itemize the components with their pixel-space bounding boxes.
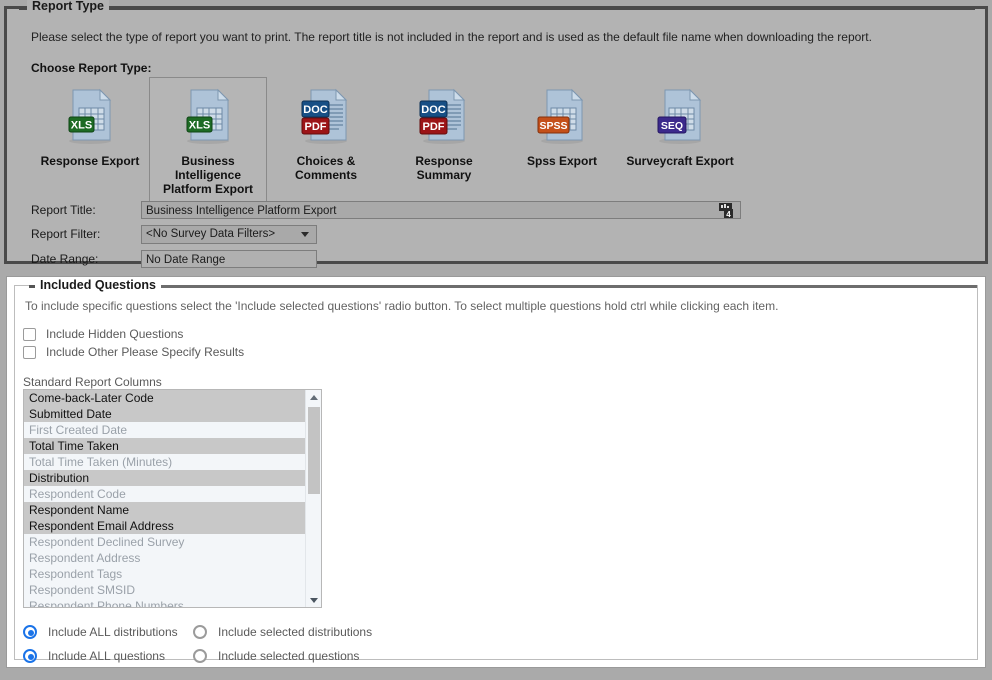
scrollbar-thumb[interactable]: [308, 407, 320, 494]
report-type-panel: Report Type Please select the type of re…: [4, 6, 988, 264]
report-type-tile-label: Choices & Comments: [295, 154, 357, 182]
seq-file-icon: SEQ: [651, 84, 709, 146]
listbox-items: Come-back-Later Code Submitted Date Firs…: [24, 390, 305, 607]
list-item[interactable]: Respondent Email Address: [24, 518, 305, 534]
include-hidden-questions-checkbox[interactable]: [23, 328, 36, 341]
report-filter-value: <No Survey Data Filters>: [146, 228, 275, 240]
report-type-tile-spss-export[interactable]: SPSS Spss Export: [503, 77, 621, 177]
report-type-tile-label: Response Export: [41, 154, 140, 168]
svg-text:PDF: PDF: [423, 121, 445, 133]
date-range-row: Date Range: No Date Range: [31, 250, 317, 268]
list-item[interactable]: Respondent Declined Survey: [24, 534, 305, 550]
choose-report-type-label: Choose Report Type:: [31, 61, 151, 75]
report-title-input[interactable]: Business Intelligence Platform Export 4: [141, 201, 741, 219]
include-other-please-specify-checkbox[interactable]: [23, 346, 36, 359]
svg-text:SPSS: SPSS: [539, 120, 567, 132]
include-hidden-questions-label: Include Hidden Questions: [46, 327, 183, 341]
svg-text:PDF: PDF: [305, 121, 327, 133]
report-type-tile-label: Spss Export: [527, 154, 597, 168]
report-type-tile-label: Business Intelligence Platform Export: [163, 154, 253, 196]
list-item[interactable]: Respondent Code: [24, 486, 305, 502]
report-type-tile-business-intelligence-platform-export[interactable]: XLS Business Intelligence Platform Expor…: [149, 77, 267, 205]
report-title-row: Report Title: Business Intelligence Plat…: [31, 201, 741, 219]
list-item[interactable]: Submitted Date: [24, 406, 305, 422]
report-type-legend-rule: [19, 7, 975, 10]
date-range-value: No Date Range: [146, 254, 225, 266]
xls-file-icon: XLS: [179, 84, 237, 146]
report-type-tile-response-summary[interactable]: DOC PDF Response Summary: [385, 77, 503, 191]
list-item[interactable]: Respondent Phone Numbers: [24, 598, 305, 608]
date-range-label: Date Range:: [31, 252, 141, 266]
list-item[interactable]: Distribution: [24, 470, 305, 486]
report-filter-select[interactable]: <No Survey Data Filters>: [141, 225, 317, 244]
report-type-description: Please select the type of report you wan…: [31, 30, 872, 44]
include-other-please-specify-label: Include Other Please Specify Results: [46, 345, 244, 359]
include-selected-questions-radio[interactable]: [193, 649, 207, 663]
include-all-questions-radio[interactable]: [23, 649, 37, 663]
doc-pdf-file-icon: DOC PDF: [297, 84, 355, 146]
included-questions-legend: Included Questions: [35, 279, 161, 292]
report-title-value: Business Intelligence Platform Export: [146, 205, 336, 217]
questions-radio-row: Include ALL questions Include selected q…: [23, 644, 443, 668]
include-selected-distributions-radio[interactable]: [193, 625, 207, 639]
report-type-tile-label: Response Summary: [388, 154, 500, 182]
svg-text:DOC: DOC: [303, 104, 328, 116]
list-item[interactable]: Come-back-Later Code: [24, 390, 305, 406]
report-filter-row: Report Filter: <No Survey Data Filters>: [31, 225, 317, 243]
svg-text:SEQ: SEQ: [661, 120, 683, 132]
merge-code-icon[interactable]: 4: [719, 203, 736, 218]
report-type-tile-response-export[interactable]: XLS Response Export: [31, 77, 149, 177]
distributions-radio-row: Include ALL distributions Include select…: [23, 620, 443, 644]
report-type-tile-choices-and-comments[interactable]: DOC PDF Choices & Comments: [267, 77, 385, 191]
report-filter-label: Report Filter:: [31, 227, 141, 241]
scroll-down-icon[interactable]: [306, 593, 321, 607]
chevron-down-icon: [301, 232, 309, 237]
list-item[interactable]: Respondent Tags: [24, 566, 305, 582]
include-all-distributions-option[interactable]: Include ALL distributions: [23, 625, 193, 639]
included-questions-panel: Included Questions To include specific q…: [6, 276, 986, 668]
xls-file-icon: XLS: [61, 84, 119, 146]
list-item[interactable]: Total Time Taken: [24, 438, 305, 454]
doc-pdf-file-icon: DOC PDF: [415, 84, 473, 146]
included-questions-description: To include specific questions select the…: [25, 299, 778, 313]
listbox-scrollbar[interactable]: [305, 390, 321, 607]
svg-text:4: 4: [726, 210, 731, 218]
include-all-questions-option[interactable]: Include ALL questions: [23, 649, 193, 663]
list-item[interactable]: Respondent Name: [24, 502, 305, 518]
standard-report-columns-label: Standard Report Columns: [23, 375, 162, 389]
include-all-questions-label: Include ALL questions: [48, 649, 165, 663]
list-item[interactable]: First Created Date: [24, 422, 305, 438]
date-range-input[interactable]: No Date Range: [141, 250, 317, 268]
inclusion-radio-group: Include ALL distributions Include select…: [23, 620, 443, 668]
include-hidden-questions-row[interactable]: Include Hidden Questions: [23, 327, 183, 341]
include-selected-distributions-option[interactable]: Include selected distributions: [193, 625, 372, 639]
report-type-legend: Report Type: [27, 0, 109, 13]
report-type-tiles: XLS Response Export: [31, 77, 739, 205]
svg-text:DOC: DOC: [421, 104, 446, 116]
spss-file-icon: SPSS: [533, 84, 591, 146]
included-questions-legend-rule: [155, 285, 977, 288]
list-item[interactable]: Respondent SMSID: [24, 582, 305, 598]
list-item[interactable]: Total Time Taken (Minutes): [24, 454, 305, 470]
include-all-distributions-label: Include ALL distributions: [48, 625, 178, 639]
report-title-label: Report Title:: [31, 203, 141, 217]
report-type-tile-surveycraft-export[interactable]: SEQ Surveycraft Export: [621, 77, 739, 177]
include-all-distributions-radio[interactable]: [23, 625, 37, 639]
svg-text:XLS: XLS: [189, 120, 210, 132]
standard-report-columns-listbox[interactable]: Come-back-Later Code Submitted Date Firs…: [23, 389, 322, 608]
include-selected-distributions-label: Include selected distributions: [218, 625, 372, 639]
include-selected-questions-option[interactable]: Include selected questions: [193, 649, 359, 663]
include-selected-questions-label: Include selected questions: [218, 649, 359, 663]
include-other-please-specify-row[interactable]: Include Other Please Specify Results: [23, 345, 244, 359]
svg-text:XLS: XLS: [71, 120, 92, 132]
list-item[interactable]: Respondent Address: [24, 550, 305, 566]
scroll-up-icon[interactable]: [306, 390, 321, 404]
report-type-tile-label: Surveycraft Export: [626, 154, 733, 168]
